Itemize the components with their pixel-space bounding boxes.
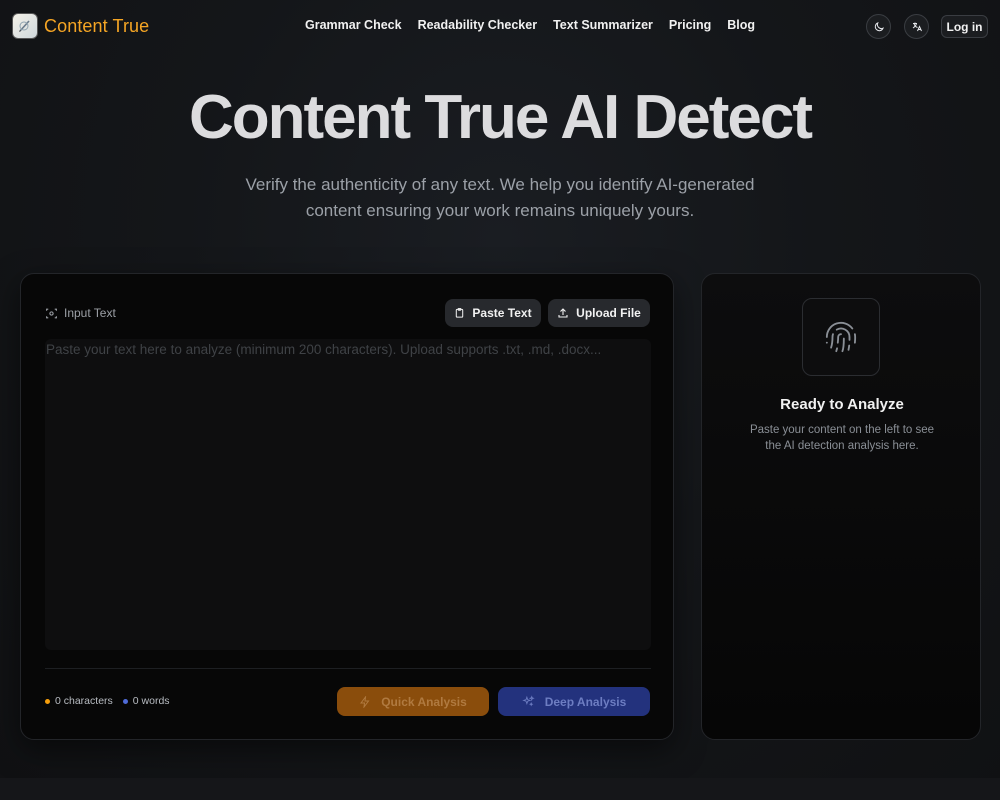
login-button[interactable]: Log in bbox=[941, 15, 988, 38]
upload-file-button[interactable]: Upload File bbox=[548, 299, 650, 327]
lightning-icon bbox=[360, 695, 370, 708]
upload-icon bbox=[558, 308, 568, 318]
divider bbox=[45, 668, 651, 669]
main-nav: Grammar Check Readability Checker Text S… bbox=[305, 18, 771, 32]
page-footer-strip bbox=[0, 778, 1000, 800]
text-input-area[interactable] bbox=[45, 339, 651, 650]
characters-dot-icon bbox=[45, 698, 50, 704]
top-navigation-bar: Content True Grammar Check Readability C… bbox=[0, 0, 1000, 54]
page-subtitle: Verify the authenticity of any text. We … bbox=[245, 175, 755, 220]
quick-analysis-label: Quick Analysis bbox=[381, 694, 467, 709]
character-count: 0 characters bbox=[45, 695, 113, 707]
fingerprint-icon bbox=[825, 321, 856, 353]
result-panel: Ready to Analyze Paste your content on t… bbox=[701, 273, 981, 740]
sparkles-icon bbox=[521, 695, 535, 707]
input-text-label: Input Text bbox=[45, 306, 116, 320]
nav-text-summarizer[interactable]: Text Summarizer bbox=[553, 18, 653, 32]
translate-icon bbox=[912, 22, 922, 31]
deep-analysis-button[interactable]: Deep Analysis bbox=[498, 687, 650, 716]
character-count-text: 0 characters bbox=[55, 695, 113, 707]
quick-analysis-button[interactable]: Quick Analysis bbox=[337, 687, 489, 716]
input-panel: Input Text Paste Text Upload File 0 char… bbox=[20, 273, 674, 740]
language-button[interactable] bbox=[904, 14, 929, 39]
brand-name: Content True bbox=[44, 15, 150, 36]
paste-text-label: Paste Text bbox=[472, 306, 532, 320]
upload-file-label: Upload File bbox=[576, 306, 641, 320]
nav-blog[interactable]: Blog bbox=[727, 18, 755, 32]
scan-text-icon bbox=[46, 308, 57, 318]
ready-description: Paste your content on the left to see th… bbox=[749, 424, 935, 452]
paste-text-button[interactable]: Paste Text bbox=[445, 299, 541, 327]
word-count-text: 0 words bbox=[132, 695, 170, 707]
input-label-text: Input Text bbox=[64, 306, 116, 320]
ready-title: Ready to Analyze bbox=[780, 396, 904, 413]
theme-toggle-button[interactable] bbox=[866, 14, 891, 39]
word-count: 0 words bbox=[122, 695, 170, 707]
brand-logo[interactable]: Content True bbox=[12, 13, 149, 39]
moon-icon bbox=[874, 21, 884, 31]
nav-pricing[interactable]: Pricing bbox=[669, 18, 711, 32]
words-dot-icon bbox=[122, 698, 128, 704]
text-stats: 0 characters 0 words bbox=[45, 695, 170, 707]
logo-icon bbox=[12, 13, 38, 39]
nav-grammar-check[interactable]: Grammar Check bbox=[305, 18, 402, 32]
clipboard-icon bbox=[456, 307, 464, 318]
page-title: Content True AI Detect bbox=[189, 83, 813, 152]
nav-readability-checker[interactable]: Readability Checker bbox=[418, 18, 538, 32]
fingerprint-badge bbox=[802, 298, 880, 376]
deep-analysis-label: Deep Analysis bbox=[544, 694, 627, 709]
